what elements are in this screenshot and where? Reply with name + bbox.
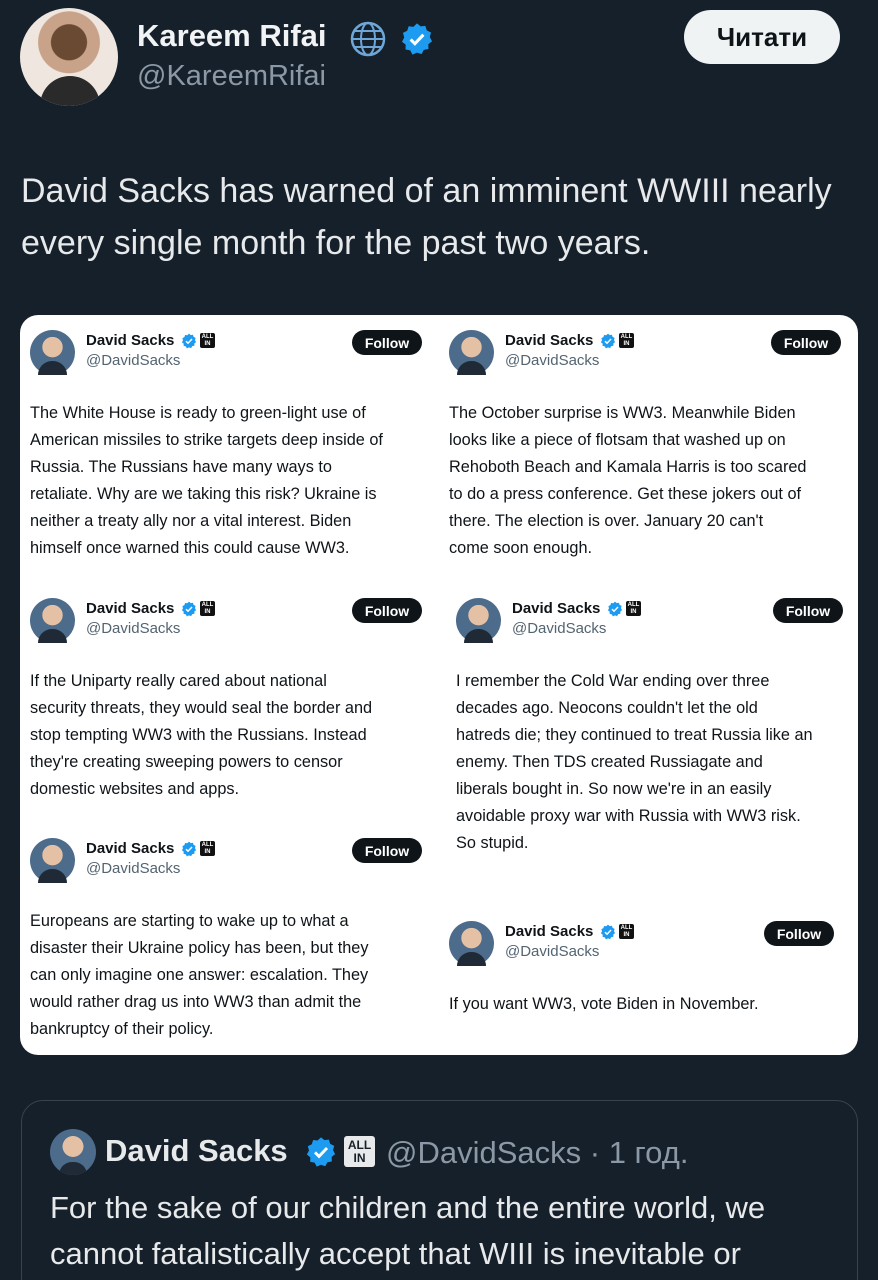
embedded-tweet-line: looks like a piece of flotsam that washe… [449, 431, 786, 449]
embedded-tweet-text: If the Uniparty really cared about natio… [30, 668, 372, 803]
verified-badge-icon [600, 333, 616, 349]
embedded-tweet-line: would rather drag us into WW3 than admit… [30, 993, 362, 1011]
embedded-tweet-card: David Sacks ALL IN @DavidSacks Follow The Wh… [30, 330, 440, 570]
embedded-tweet-line: The White House is ready to green-light … [30, 404, 366, 422]
embedded-tweet-line: there. The election is over. January 20 … [449, 512, 764, 530]
embedded-tweet-text: If you want WW3, vote Biden in November. [449, 991, 758, 1018]
embedded-tweet-line: decades ago. Neocons couldn't let the ol… [456, 699, 758, 717]
embedded-tweet-line: stop tempting WW3 with the Russians. Ins… [30, 726, 367, 744]
embedded-tweet-line: bankruptcy of their policy. [30, 1020, 214, 1038]
embedded-author-avatar [449, 330, 494, 375]
author-name[interactable]: Kareem Rifai [137, 18, 327, 54]
embedded-tweet-card: David Sacks ALL IN @DavidSacks Follow I reme… [456, 598, 858, 852]
embedded-tweet-text: Europeans are starting to wake up to wha… [30, 908, 368, 1043]
embedded-follow-button: Follow [352, 838, 422, 863]
verified-badge-icon [306, 1137, 336, 1167]
embedded-author-name: David Sacks [505, 332, 594, 349]
embedded-follow-button: Follow [764, 921, 834, 946]
all-in-badge-icon: ALL IN [626, 601, 641, 616]
embedded-tweet-line: to do a press conference. Get these joke… [449, 485, 802, 503]
globe-icon [350, 21, 386, 57]
embedded-tweet-line: come soon enough. [449, 539, 593, 557]
quoted-author-avatar [50, 1129, 96, 1175]
embedded-tweet-line: liberals bought in. So now we're in an e… [456, 780, 772, 798]
verified-badge-icon [181, 841, 197, 857]
embedded-follow-button: Follow [773, 598, 843, 623]
embedded-author-avatar [30, 838, 75, 883]
embedded-tweet-line: domestic websites and apps. [30, 780, 240, 798]
quoted-tweet[interactable]: David Sacks ALL IN @DavidSacks · 1 год. … [21, 1100, 858, 1280]
embedded-author-handle: @DavidSacks [86, 620, 181, 637]
all-in-badge-icon: ALL IN [200, 841, 215, 856]
embedded-author-name: David Sacks [86, 332, 175, 349]
author-handle[interactable]: @KareemRifai [137, 60, 326, 93]
verified-badge-icon [600, 924, 616, 940]
embedded-author-handle: @DavidSacks [505, 943, 600, 960]
quoted-tweet-text: For the sake of our children and the ent… [50, 1190, 766, 1271]
embedded-author-avatar [449, 921, 494, 966]
embedded-tweet-card: David Sacks ALL IN @DavidSacks Follow If you… [449, 921, 858, 1055]
all-in-badge-icon: ALL IN [200, 601, 215, 616]
tweet-image-collage[interactable]: David Sacks ALL IN @DavidSacks Follow The Wh… [20, 315, 858, 1055]
embedded-tweet-line: Rehoboth Beach and Kamala Harris is too … [449, 458, 807, 476]
embedded-tweet-line: security threats, they would seal the bo… [30, 699, 373, 717]
embedded-follow-button: Follow [352, 598, 422, 623]
embedded-tweet-text: The White House is ready to green-light … [30, 400, 383, 562]
embedded-tweet-line: avoidable proxy war with Russia with WW3… [456, 807, 801, 825]
embedded-author-name: David Sacks [86, 840, 175, 857]
embedded-author-handle: @DavidSacks [505, 352, 600, 369]
embedded-tweet-line: enemy. Then TDS created Russiagate and [456, 753, 763, 771]
embedded-tweet-card: David Sacks ALL IN @DavidSacks Follow The Oc… [449, 330, 858, 570]
embedded-tweet-line: disaster their Ukraine policy has been, … [30, 939, 369, 957]
embedded-follow-button: Follow [352, 330, 422, 355]
all-in-badge-icon: ALL IN [344, 1136, 375, 1167]
embedded-tweet-line: If the Uniparty really cared about natio… [30, 672, 327, 690]
embedded-tweet-line: hatreds die; they continued to treat Rus… [456, 726, 813, 744]
embedded-tweet-line: retaliate. Why are we taking this risk? … [30, 485, 377, 503]
embedded-tweet-line: The October surprise is WW3. Meanwhile B… [449, 404, 796, 422]
embedded-author-name: David Sacks [505, 923, 594, 940]
embedded-tweet-line: himself once warned this could cause WW3… [30, 539, 350, 557]
quoted-handle-time: @DavidSacks · 1 год. [386, 1135, 689, 1170]
embedded-tweet-line: can only imagine one answer: escalation.… [30, 966, 369, 984]
tweet-text: David Sacks has warned of an imminent WW… [21, 172, 832, 262]
embedded-tweet-line: Europeans are starting to wake up to wha… [30, 912, 349, 930]
embedded-tweet-line: If you want WW3, vote Biden in November. [449, 995, 759, 1013]
verified-badge-icon [607, 601, 623, 617]
all-in-badge-icon: ALL IN [619, 333, 634, 348]
embedded-tweet-line: they're creating sweeping powers to cens… [30, 753, 343, 771]
embedded-author-handle: @DavidSacks [86, 860, 181, 877]
embedded-tweet-line: I remember the Cold War ending over thre… [456, 672, 770, 690]
embedded-tweet-text: I remember the Cold War ending over thre… [456, 668, 813, 857]
all-in-badge-icon: ALL IN [619, 924, 634, 939]
all-in-badge-icon: ALL IN [200, 333, 215, 348]
embedded-tweet-card: David Sacks ALL IN @DavidSacks Follow If the… [30, 598, 440, 838]
embedded-tweet-line: So stupid. [456, 834, 529, 852]
quoted-author-name: David Sacks [105, 1133, 288, 1168]
embedded-author-avatar [30, 598, 75, 643]
embedded-tweet-card: David Sacks ALL IN @DavidSacks Follow Europe… [30, 838, 440, 1055]
embedded-author-name: David Sacks [512, 600, 601, 617]
embedded-author-handle: @DavidSacks [512, 620, 607, 637]
verified-badge-icon [401, 23, 433, 55]
embedded-tweet-text: The October surprise is WW3. Meanwhile B… [449, 400, 806, 562]
embedded-tweet-line: American missiles to strike targets deep… [30, 431, 383, 449]
embedded-tweet-line: Russia. The Russians have many ways to [30, 458, 332, 476]
follow-button[interactable]: Читати [684, 10, 840, 64]
embedded-author-avatar [30, 330, 75, 375]
embedded-tweet-line: neither a treaty ally nor a vital intere… [30, 512, 352, 530]
embedded-author-avatar [456, 598, 501, 643]
embedded-author-name: David Sacks [86, 600, 175, 617]
author-avatar[interactable] [20, 8, 118, 106]
embedded-follow-button: Follow [771, 330, 841, 355]
embedded-author-handle: @DavidSacks [86, 352, 181, 369]
verified-badge-icon [181, 333, 197, 349]
verified-badge-icon [181, 601, 197, 617]
